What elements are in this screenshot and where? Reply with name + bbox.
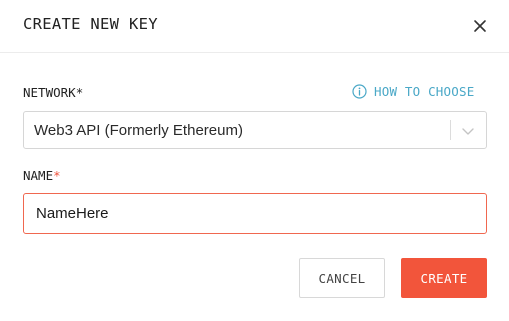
- create-key-dialog: CREATE NEW KEY NETWORK* HOW TO CHOOSE We…: [0, 0, 509, 321]
- cancel-button[interactable]: CANCEL: [299, 258, 385, 298]
- name-label: NAME*: [23, 168, 61, 183]
- network-required-marker: *: [75, 85, 84, 100]
- chevron-down-icon[interactable]: [460, 123, 476, 139]
- network-selected-value: Web3 API (Formerly Ethereum): [34, 122, 243, 139]
- close-icon: [474, 20, 486, 32]
- network-label: NETWORK*: [23, 85, 83, 100]
- name-input[interactable]: [23, 193, 487, 234]
- name-label-text: NAME: [23, 168, 54, 183]
- dialog-header: CREATE NEW KEY: [0, 0, 509, 53]
- dialog-title: CREATE NEW KEY: [23, 15, 158, 33]
- how-to-choose-text: HOW TO CHOOSE: [374, 84, 475, 99]
- how-to-choose-link[interactable]: HOW TO CHOOSE: [352, 84, 474, 99]
- close-button[interactable]: [468, 14, 492, 38]
- network-label-text: NETWORK: [23, 85, 76, 100]
- create-button[interactable]: CREATE: [401, 258, 487, 298]
- network-select[interactable]: Web3 API (Formerly Ethereum): [23, 111, 487, 149]
- info-icon: [352, 84, 367, 99]
- name-required-marker: *: [53, 168, 61, 183]
- select-divider: [450, 120, 451, 140]
